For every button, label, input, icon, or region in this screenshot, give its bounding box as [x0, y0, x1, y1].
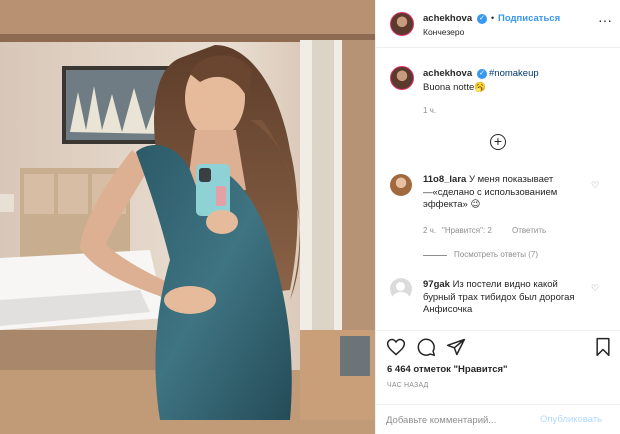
post-photo[interactable]	[0, 0, 375, 434]
comment-avatar[interactable]	[390, 278, 412, 300]
add-comment-input[interactable]	[386, 412, 536, 428]
comment-likes[interactable]: "Нравится": 2	[442, 226, 492, 235]
header-separator: •	[491, 13, 495, 23]
author-avatar[interactable]	[390, 12, 414, 36]
comment-time[interactable]: 2 ч.	[423, 226, 436, 235]
post-photo-illustration	[0, 0, 375, 434]
view-replies-button[interactable]: Посмотреть ответы (7)	[454, 250, 538, 259]
follow-button[interactable]: Подписаться	[498, 13, 560, 24]
view-replies-line	[423, 255, 447, 256]
plus-circle-icon[interactable]: +	[490, 134, 506, 150]
bookmark-icon[interactable]	[594, 337, 612, 357]
caption-author-avatar[interactable]	[390, 66, 414, 90]
publish-button[interactable]: Опубликовать	[540, 414, 602, 425]
verified-badge-icon: ✓	[477, 14, 487, 24]
post-timestamp[interactable]: ЧАС НАЗАД	[387, 382, 429, 389]
likes-count[interactable]: 6 464 отметок "Нравится"	[387, 364, 508, 375]
caption-time[interactable]: 1 ч.	[423, 106, 436, 115]
more-options-icon[interactable]: ···	[598, 12, 612, 28]
comment-body: 97gak Из постели видно какой бурный трах…	[423, 279, 585, 317]
add-comment-bar: Опубликовать	[376, 404, 620, 434]
heart-icon[interactable]	[386, 337, 406, 357]
post-header: achekhova ✓ • Подписаться Кончезеро ···	[376, 0, 620, 48]
author-username[interactable]: achekhova	[423, 13, 472, 24]
post-location[interactable]: Кончезеро	[423, 27, 464, 37]
comment-heart-icon[interactable]: ♡	[591, 283, 599, 294]
comment-username[interactable]: 11o8_lara	[423, 174, 466, 185]
caption-author-username[interactable]: achekhova	[423, 68, 472, 79]
comment-reply-button[interactable]: Ответить	[512, 226, 546, 235]
post-details-panel: achekhova ✓ • Подписаться Кончезеро ··· …	[375, 0, 620, 434]
share-icon[interactable]	[446, 337, 466, 357]
comment-icon[interactable]	[416, 337, 436, 357]
comment-avatar[interactable]	[390, 174, 412, 196]
comment-username[interactable]: 97gak	[423, 279, 450, 290]
comment-body: 11o8_lara У меня показывает —«сделано с …	[423, 174, 585, 212]
caption-text: Buona notte🥱	[423, 82, 487, 93]
caption-verified-icon: ✓	[477, 69, 487, 79]
comment-heart-icon[interactable]: ♡	[591, 180, 599, 191]
caption-hashtag[interactable]: #nomakeup	[489, 68, 539, 79]
